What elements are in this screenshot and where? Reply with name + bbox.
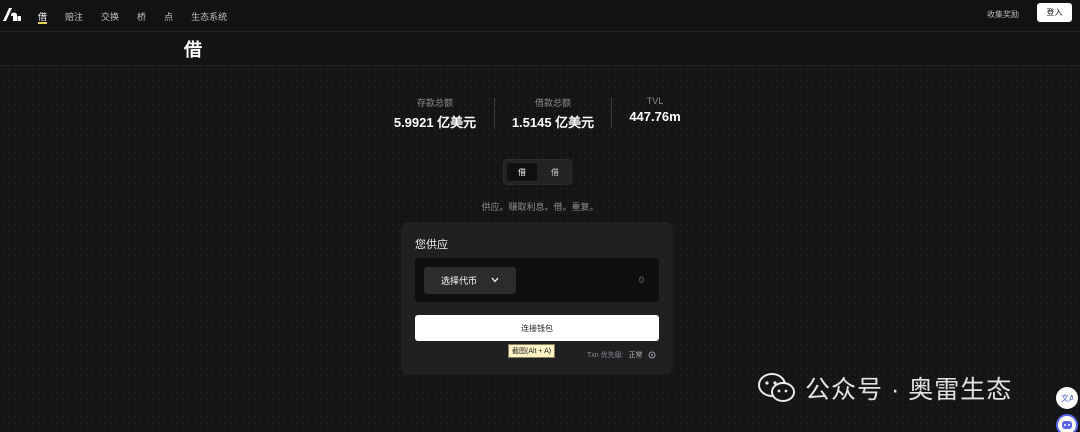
assistant-button[interactable] (1056, 414, 1078, 432)
nav-item-bridge[interactable]: 桥 (137, 0, 146, 32)
token-select-dropdown[interactable]: 选择代币 (424, 267, 516, 294)
stat-value: 447.76m (629, 109, 681, 124)
translate-button[interactable]: 文A (1056, 387, 1078, 409)
amount-input[interactable]: 0 (639, 275, 644, 285)
chevron-down-icon (491, 277, 499, 283)
page-header (0, 32, 1080, 66)
nav-item-points[interactable]: 点 (164, 0, 173, 32)
stat-tvl: TVL 447.76m (620, 96, 690, 124)
txn-priority[interactable]: Txn 优先级: 正常 (587, 350, 656, 360)
stat-total-deposits: 存款总额 5.9921 亿美元 (380, 96, 490, 131)
toggle-borrow[interactable]: 借 (540, 163, 570, 181)
screenshot-tooltip: 截图(Alt + A) (508, 344, 556, 358)
market-stats: 存款总额 5.9921 亿美元 借款总额 1.5145 亿美元 TVL 447.… (380, 96, 700, 130)
login-button[interactable]: 登入 (1037, 3, 1072, 22)
stat-label: TVL (646, 96, 664, 106)
wechat-icon (758, 373, 795, 402)
wechat-watermark: 公众号 · 奥雷生态 (757, 370, 1012, 406)
tagline: 供应。赚取利息。借。重复。 (481, 202, 599, 212)
connect-wallet-button[interactable]: 连接钱包 (415, 315, 659, 341)
supply-borrow-toggle: 借 借 (503, 159, 572, 185)
nav-item-ecosystem[interactable]: 生态系统 (191, 0, 227, 32)
stat-divider (494, 98, 495, 128)
token-select-label: 选择代币 (441, 276, 478, 286)
watermark-text: 公众号 · 奥雷生态 (805, 376, 1013, 404)
stat-value: 1.5145 亿美元 (511, 115, 595, 130)
toggle-supply[interactable]: 借 (507, 163, 537, 181)
supply-card: 您供应 选择代币 0 连接钱包 截图(Alt + A) Txn 优先级: 正常 (401, 222, 673, 375)
nav-item-borrow[interactable]: 借 (38, 0, 48, 32)
main-nav: 借 赔注 交换 桥 点 生态系统 (38, 0, 245, 32)
supply-input-box: 选择代币 0 (415, 258, 659, 302)
stat-total-borrows: 借款总额 1.5145 亿美元 (498, 96, 608, 131)
assistant-icon (1062, 421, 1072, 429)
logo-icon[interactable] (2, 6, 22, 22)
nav-item-swap[interactable]: 交换 (101, 0, 119, 32)
nav-item-stake[interactable]: 赔注 (65, 0, 83, 32)
stat-label: 借款总额 (534, 98, 571, 108)
translate-icon: 文A (1061, 393, 1073, 403)
stat-value: 5.9921 亿美元 (393, 115, 477, 130)
stat-divider (611, 98, 612, 128)
txn-priority-value: 正常 (628, 352, 643, 359)
stat-label: 存款总额 (416, 98, 453, 108)
top-navigation-bar: 借 赔注 交换 桥 点 生态系统 收集奖励 登入 (0, 0, 1080, 32)
svg-text:文A: 文A (1061, 393, 1073, 403)
claim-rewards-link[interactable]: 收集奖励 (987, 9, 1019, 20)
txn-priority-label: Txn 优先级: (587, 352, 624, 359)
page-title: 借 (184, 40, 202, 60)
card-title: 您供应 (415, 239, 448, 251)
gear-icon[interactable] (648, 351, 656, 359)
